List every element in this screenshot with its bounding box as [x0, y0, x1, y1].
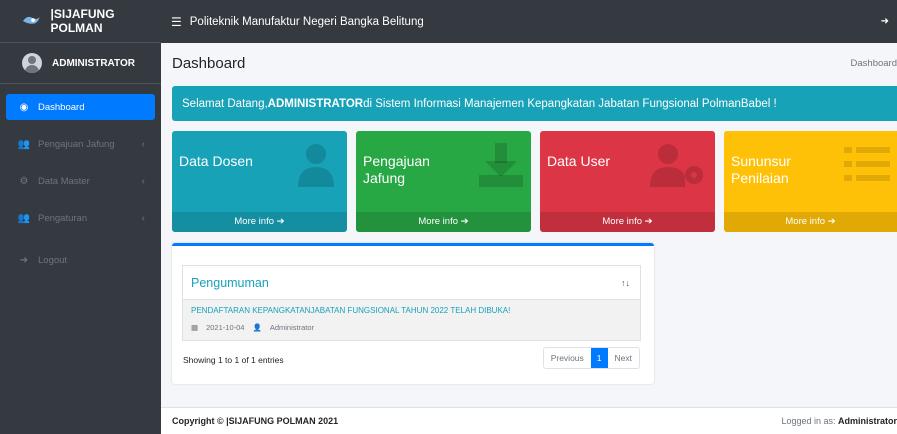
menu-toggle-icon[interactable]: ☰ [171, 15, 182, 29]
chevron-left-icon: ‹ [141, 175, 145, 187]
pagination: Previous 1 Next [542, 347, 640, 369]
more-info-link[interactable]: More info ➔ [724, 212, 897, 232]
sidebar-item-label: Pengaturan [38, 212, 88, 224]
box-sununsur-penilaian: Sununsur Penilaian More info ➔ [724, 131, 897, 232]
user-panel[interactable]: ADMINISTRATOR [0, 43, 161, 84]
table-header[interactable]: Pengumuman ↑↓ [183, 266, 640, 300]
sidebar-item-data-master[interactable]: ⚙ Data Master ‹ [6, 168, 155, 194]
chevron-left-icon: ‹ [141, 212, 145, 224]
page-title: Dashboard [172, 55, 246, 72]
brand-logo-icon [22, 16, 40, 24]
download-icon [479, 143, 523, 187]
copyright: Copyright © |SIJAFUNG POLMAN 2021 [172, 416, 339, 426]
alert-prefix: Selamat Datang, [182, 97, 268, 110]
box-data-dosen: Data Dosen More info ➔ [172, 131, 347, 232]
cogs-icon: ⚙ [19, 175, 29, 187]
sidebar-item-label: Logout [38, 254, 68, 266]
brand-name: |SIJAFUNG POLMAN [50, 7, 115, 35]
announcement-meta: ▦ 2021-10-04 👤 Administrator [191, 323, 632, 332]
box-title: Sununsur Penilaian [731, 153, 791, 186]
sidebar: |SIJAFUNG POLMAN ADMINISTRATOR ◉ Dashboa… [0, 0, 161, 434]
calendar-icon: ▦ [191, 323, 199, 332]
sign-out-icon[interactable]: ➜ [881, 16, 889, 27]
table-row: PENDAFTARAN KEPANGKATANJABATAN FUNGSIONA… [183, 300, 640, 340]
arrow-circle-right-icon: ➔ [276, 216, 285, 227]
box-data-user: Data User More info ➔ [540, 131, 715, 232]
user-icon: 👤 [252, 323, 262, 332]
user-name: ADMINISTRATOR [52, 57, 135, 69]
user-icon [298, 144, 334, 187]
sidebar-item-dashboard[interactable]: ◉ Dashboard [6, 94, 155, 120]
sidebar-item-label: Data Master [38, 175, 90, 187]
arrow-circle-right-icon: ➔ [827, 216, 836, 227]
sidebar-item-label: Pengajuan Jafung [38, 138, 115, 150]
announcement-author: Administrator [269, 323, 314, 332]
arrow-circle-right-icon: ➔ [460, 216, 469, 227]
column-header-pengumuman: Pengumuman [191, 275, 269, 290]
topbar-title: Politeknik Manufaktur Negeri Bangka Beli… [189, 15, 424, 28]
more-info-label: More info [602, 216, 642, 227]
box-title: Data Dosen [179, 153, 253, 169]
footer: Copyright © |SIJAFUNG POLMAN 2021 Logged… [161, 407, 897, 434]
pagination-previous[interactable]: Previous [544, 348, 591, 368]
breadcrumb[interactable]: Dashboard [851, 58, 897, 69]
sidebar-item-pengajuan-jafung[interactable]: 👥 Pengajuan Jafung ‹ [6, 131, 155, 157]
pagination-page[interactable]: 1 [590, 348, 608, 368]
users-icon: 👥 [17, 138, 31, 150]
user-cog-icon [650, 144, 703, 187]
more-info-link[interactable]: More info ➔ [172, 212, 347, 232]
pagination-next[interactable]: Next [608, 348, 639, 368]
sidebar-item-pengaturan[interactable]: 👥 Pengaturan ‹ [6, 205, 155, 231]
alert-suffix: di Sistem Informasi Manajemen Kepangkata… [363, 97, 777, 110]
more-info-link[interactable]: More info ➔ [356, 212, 531, 232]
users-icon: 👥 [17, 212, 31, 224]
sort-icon[interactable]: ↑↓ [621, 278, 630, 288]
table-info: Showing 1 to 1 of 1 entries [183, 355, 284, 365]
logged-user: Administrator [837, 416, 897, 426]
box-title: Data User [547, 153, 611, 169]
alert-name: ADMINISTRATOR [267, 97, 364, 110]
chevron-left-icon: ‹ [141, 138, 145, 150]
announcement-date: 2021-10-04 [206, 323, 245, 332]
announcement-link[interactable]: PENDAFTARAN KEPANGKATANJABATAN FUNGSIONA… [191, 306, 632, 315]
sign-out-icon: ➜ [19, 254, 29, 266]
sidebar-nav: ◉ Dashboard 👥 Pengajuan Jafung ‹ ⚙ Data … [0, 84, 161, 294]
sidebar-item-label: Dashboard [38, 101, 85, 113]
more-info-label: More info [785, 216, 825, 227]
box-title: Pengajuan Jafung [363, 153, 430, 186]
topbar: ☰ Politeknik Manufaktur Negeri Bangka Be… [161, 0, 897, 43]
tachometer-icon: ◉ [19, 101, 29, 113]
announcement-card: Pengumuman ↑↓ PENDAFTARAN KEPANGKATANJAB… [172, 243, 654, 384]
brand[interactable]: |SIJAFUNG POLMAN [0, 0, 161, 43]
box-pengajuan-jafung: Pengajuan Jafung More info ➔ [356, 131, 531, 232]
logged-prefix: Logged in as: [781, 416, 838, 426]
more-info-label: More info [418, 216, 458, 227]
arrow-circle-right-icon: ➔ [644, 216, 653, 227]
more-info-label: More info [234, 216, 274, 227]
list-icon [844, 147, 890, 181]
avatar [22, 53, 42, 73]
sidebar-item-logout[interactable]: ➜ Logout [6, 247, 155, 273]
logged-in-info: Logged in as: Administrator [781, 416, 897, 426]
more-info-link[interactable]: More info ➔ [540, 212, 715, 232]
announcement-table: Pengumuman ↑↓ PENDAFTARAN KEPANGKATANJAB… [182, 265, 641, 341]
welcome-alert: Selamat Datang, ADMINISTRATOR di Sistem … [172, 86, 897, 121]
